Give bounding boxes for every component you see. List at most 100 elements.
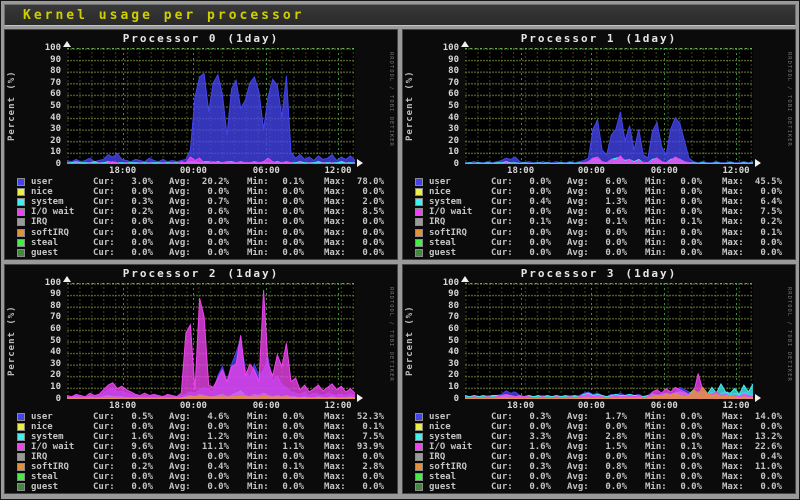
min-value: 0.0% bbox=[672, 248, 702, 258]
min-label: Min: bbox=[645, 228, 672, 238]
y-tick-label: 50 bbox=[23, 102, 61, 111]
legend-row: stealCur:0.0%Avg:0.0%Min:0.0%Max:0.0% bbox=[17, 238, 393, 248]
max-label: Max: bbox=[324, 248, 351, 258]
series-name: IRQ bbox=[429, 452, 491, 462]
max-label: Max: bbox=[324, 442, 351, 452]
cur-value: 0.3% bbox=[120, 197, 153, 207]
x-tick-label: 00:00 bbox=[574, 401, 608, 411]
series-name: system bbox=[429, 197, 491, 207]
y-tick-label: 40 bbox=[23, 348, 61, 357]
nice-color-swatch bbox=[415, 423, 423, 431]
max-value: 0.0% bbox=[749, 248, 782, 258]
avg-value: 11.1% bbox=[196, 442, 229, 452]
max-label: Max: bbox=[722, 432, 749, 442]
cur-label: Cur: bbox=[93, 482, 120, 492]
series-name: softIRQ bbox=[31, 462, 93, 472]
avg-label: Avg: bbox=[169, 452, 196, 462]
softirq-color-swatch bbox=[415, 229, 423, 237]
avg-value: 0.0% bbox=[196, 228, 229, 238]
series-name: IRQ bbox=[31, 217, 93, 227]
irq-color-swatch bbox=[17, 453, 25, 461]
y-tick-label: 100 bbox=[23, 44, 61, 53]
max-label: Max: bbox=[722, 442, 749, 452]
y-tick-label: 0 bbox=[23, 160, 61, 169]
max-label: Max: bbox=[722, 217, 749, 227]
processor-graph-panel[interactable]: Processor 1(1day) Percent (%) 1009080706… bbox=[402, 29, 796, 260]
user-color-swatch bbox=[17, 413, 25, 421]
max-value: 45.5% bbox=[749, 177, 782, 187]
cur-value: 0.0% bbox=[518, 452, 551, 462]
max-label: Max: bbox=[722, 482, 749, 492]
cur-label: Cur: bbox=[93, 452, 120, 462]
y-tick-label: 0 bbox=[23, 395, 61, 404]
max-label: Max: bbox=[324, 187, 351, 197]
io_wait-color-swatch bbox=[17, 443, 25, 451]
y-tick-label: 30 bbox=[421, 125, 459, 134]
avg-value: 0.0% bbox=[594, 238, 627, 248]
series-name: nice bbox=[429, 187, 491, 197]
avg-value: 0.6% bbox=[196, 207, 229, 217]
y-tick-label: 40 bbox=[421, 348, 459, 357]
min-value: 0.0% bbox=[672, 452, 702, 462]
legend-row: stealCur:0.0%Avg:0.0%Min:0.0%Max:0.0% bbox=[17, 472, 393, 482]
avg-label: Avg: bbox=[567, 207, 594, 217]
series-name: softIRQ bbox=[429, 228, 491, 238]
legend-row: I/O waitCur:0.2%Avg:0.6%Min:0.0%Max:8.5% bbox=[17, 207, 393, 217]
user-color-swatch bbox=[415, 178, 423, 186]
legend-row: softIRQCur:0.0%Avg:0.0%Min:0.0%Max:0.1% bbox=[415, 227, 791, 237]
softirq-color-swatch bbox=[17, 229, 25, 237]
cur-value: 0.0% bbox=[518, 177, 551, 187]
plot-area bbox=[465, 48, 753, 164]
title-bar: Kernel usage per processor bbox=[4, 4, 796, 26]
processor-graph-panel[interactable]: Processor 2(1day) Percent (%) 1009080706… bbox=[4, 264, 398, 495]
legend-row: IRQCur:0.0%Avg:0.0%Min:0.0%Max:0.0% bbox=[17, 452, 393, 462]
avg-label: Avg: bbox=[567, 217, 594, 227]
max-value: 0.0% bbox=[351, 228, 384, 238]
min-value: 0.1% bbox=[274, 177, 304, 187]
y-tick-label: 100 bbox=[421, 279, 459, 288]
cur-value: 0.0% bbox=[120, 238, 153, 248]
irq-color-swatch bbox=[415, 453, 423, 461]
cur-value: 0.3% bbox=[518, 412, 551, 422]
avg-value: 0.4% bbox=[196, 462, 229, 472]
min-label: Min: bbox=[247, 442, 274, 452]
min-value: 0.1% bbox=[672, 217, 702, 227]
legend-row: I/O waitCur:1.6%Avg:1.5%Min:0.1%Max:22.6… bbox=[415, 442, 791, 452]
cur-value: 0.0% bbox=[120, 472, 153, 482]
cur-label: Cur: bbox=[93, 197, 120, 207]
y-tick-label: 80 bbox=[421, 67, 459, 76]
y-tick-label: 90 bbox=[421, 290, 459, 299]
avg-value: 0.0% bbox=[594, 472, 627, 482]
max-label: Max: bbox=[722, 452, 749, 462]
cur-label: Cur: bbox=[93, 248, 120, 258]
x-tick-label: 18:00 bbox=[504, 401, 538, 411]
system-color-swatch bbox=[415, 433, 423, 441]
legend-row: IRQCur:0.1%Avg:0.1%Min:0.1%Max:0.2% bbox=[415, 217, 791, 227]
cur-label: Cur: bbox=[491, 432, 518, 442]
series-name: I/O wait bbox=[31, 207, 93, 217]
min-value: 0.0% bbox=[672, 432, 702, 442]
processor-graph-panel[interactable]: Processor 3(1day) Percent (%) 1009080706… bbox=[402, 264, 796, 495]
max-label: Max: bbox=[324, 462, 351, 472]
min-value: 0.0% bbox=[672, 472, 702, 482]
cur-label: Cur: bbox=[491, 462, 518, 472]
y-tick-label: 90 bbox=[23, 56, 61, 65]
page-title: Kernel usage per processor bbox=[23, 8, 305, 23]
cur-value: 0.0% bbox=[518, 248, 551, 258]
series-name: IRQ bbox=[429, 217, 491, 227]
y-tick-label: 50 bbox=[421, 337, 459, 346]
avg-label: Avg: bbox=[567, 177, 594, 187]
y-tick-label: 10 bbox=[421, 148, 459, 157]
cur-value: 0.0% bbox=[120, 452, 153, 462]
min-label: Min: bbox=[645, 238, 672, 248]
y-axis-arrow-icon bbox=[63, 41, 71, 47]
legend-row: userCur:0.5%Avg:4.6%Min:0.0%Max:52.3% bbox=[17, 412, 393, 422]
max-value: 0.0% bbox=[351, 238, 384, 248]
processor-graph-panel[interactable]: Processor 0(1day) Percent (%) 1009080706… bbox=[4, 29, 398, 260]
x-tick-label: 06:00 bbox=[249, 166, 283, 176]
y-tick-label: 20 bbox=[421, 137, 459, 146]
max-value: 0.4% bbox=[749, 452, 782, 462]
avg-value: 0.0% bbox=[196, 472, 229, 482]
cur-value: 0.2% bbox=[120, 207, 153, 217]
cur-label: Cur: bbox=[491, 412, 518, 422]
